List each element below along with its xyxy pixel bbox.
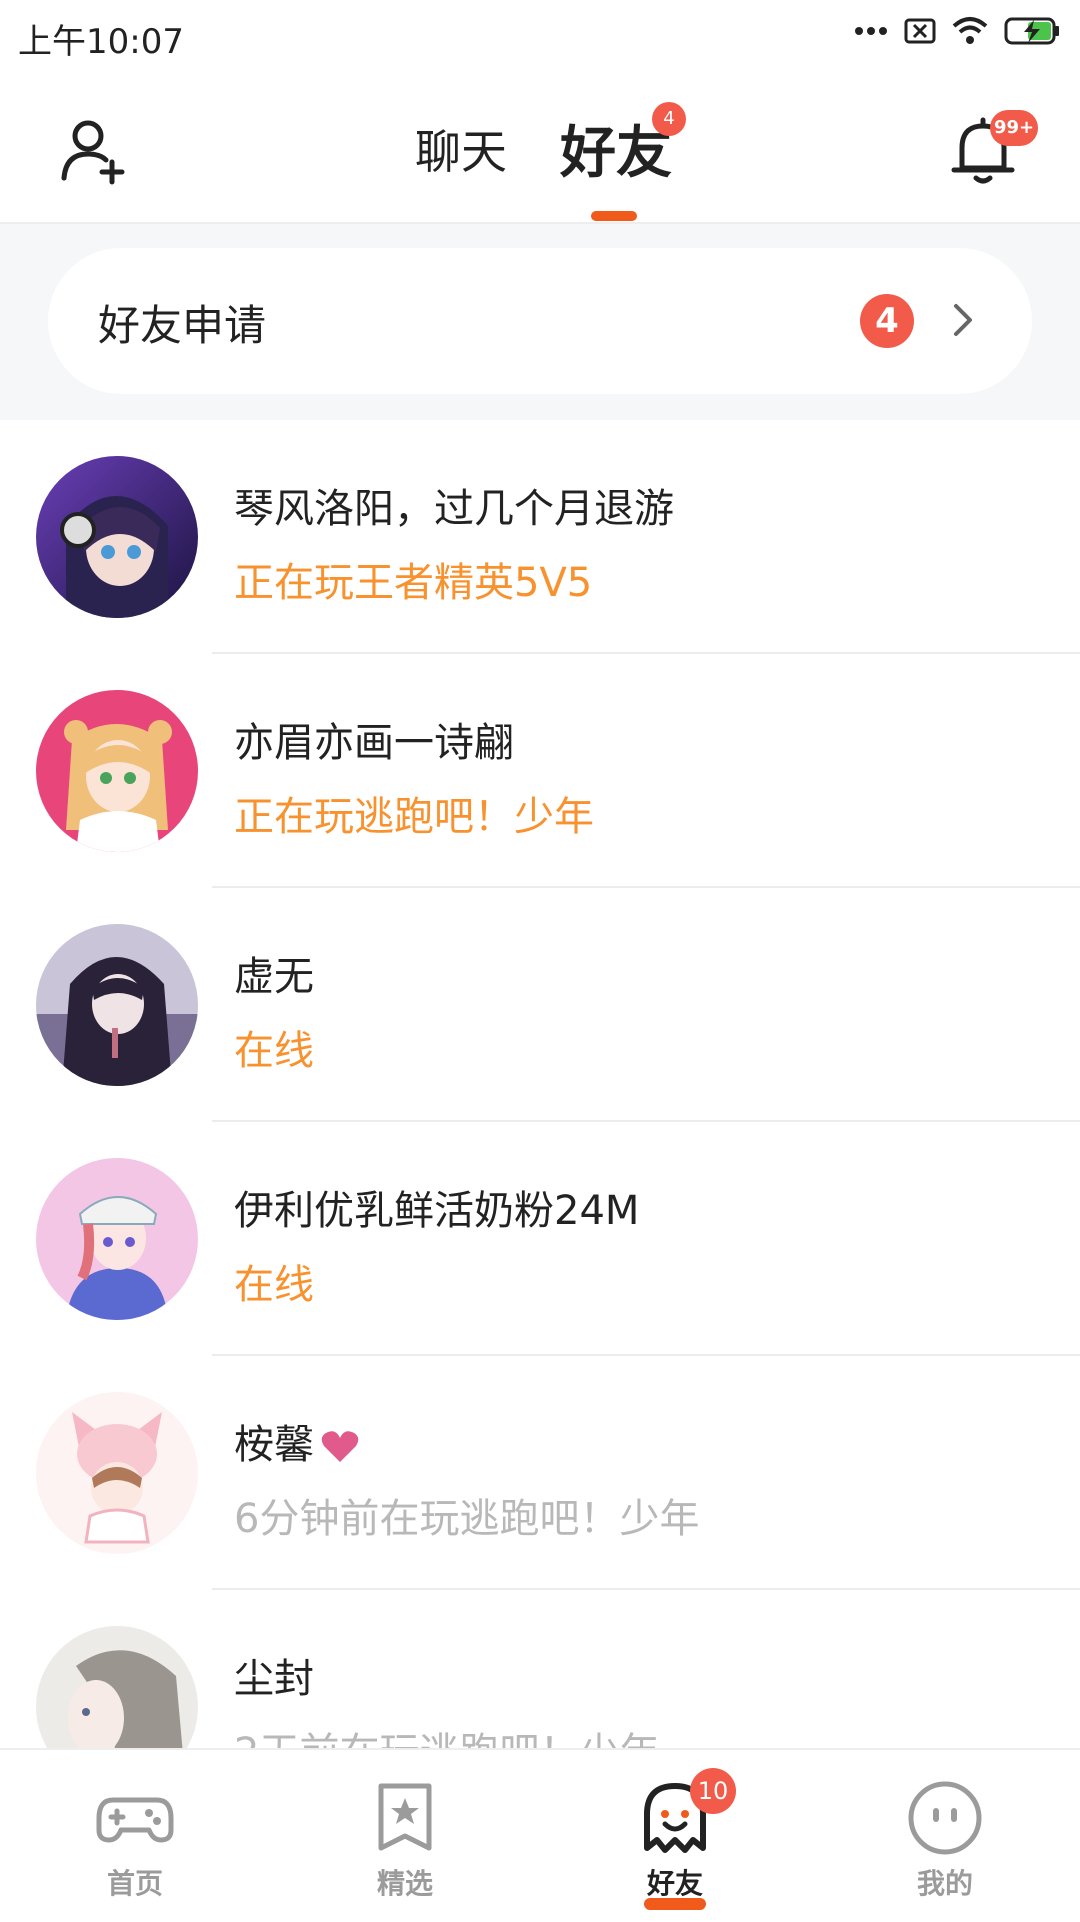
gamepad-icon bbox=[96, 1797, 174, 1843]
status-time: 上午10:07 bbox=[18, 22, 184, 62]
friend-name: 桉馨 bbox=[234, 1412, 360, 1470]
tab-bar: 聊天 好友 4 bbox=[0, 76, 1080, 222]
nav-me[interactable]: 我的 bbox=[810, 1750, 1080, 1922]
friend-request-button[interactable]: 好友申请 4 bbox=[48, 248, 1032, 394]
tab-chat[interactable]: 聊天 bbox=[415, 116, 507, 182]
friend-avatar[interactable] bbox=[36, 1626, 198, 1748]
friend-status: 6分钟前在玩逃跑吧！少年 bbox=[234, 1496, 700, 1542]
friend-row[interactable]: 虚无 在线 bbox=[0, 888, 1080, 1122]
friend-name: 虚无 bbox=[234, 954, 314, 1000]
nav-home-label: 首页 bbox=[106, 1867, 163, 1900]
friend-name-text: 桉馨 bbox=[234, 1422, 314, 1468]
friend-request-section: 好友申请 4 bbox=[0, 224, 1080, 420]
friend-row[interactable]: 琴风洛阳，过几个月退游 正在玩王者精英5V5 bbox=[0, 420, 1080, 654]
friend-row[interactable]: 尘封 2天前在玩逃跑吧！少年 bbox=[0, 1590, 1080, 1748]
status-icons bbox=[854, 16, 1062, 46]
tab-friends-badge: 4 bbox=[652, 102, 686, 136]
friend-status: 在线 bbox=[234, 1028, 314, 1074]
heart-icon bbox=[321, 1431, 359, 1462]
friend-name: 尘封 bbox=[234, 1656, 314, 1702]
friend-avatar[interactable] bbox=[36, 924, 198, 1086]
friend-avatar[interactable] bbox=[36, 456, 198, 618]
star-bookmark-icon bbox=[378, 1783, 432, 1851]
chevron-right-icon bbox=[954, 304, 972, 336]
face-icon bbox=[908, 1781, 982, 1855]
active-tab-indicator bbox=[591, 211, 637, 221]
more-dots-icon bbox=[855, 27, 887, 35]
friend-request-badge: 4 bbox=[860, 294, 914, 348]
friend-status: 在线 bbox=[234, 1262, 314, 1308]
friend-status: 2天前在玩逃跑吧！少年 bbox=[234, 1720, 659, 1748]
nav-featured-label: 精选 bbox=[376, 1867, 433, 1900]
friend-avatar[interactable] bbox=[36, 690, 198, 852]
friend-avatar[interactable] bbox=[36, 1158, 198, 1320]
sim-off-icon bbox=[904, 18, 936, 44]
friend-avatar[interactable] bbox=[36, 1392, 198, 1554]
wifi-icon bbox=[952, 17, 988, 44]
friend-name: 琴风洛阳，过几个月退游 bbox=[234, 486, 674, 532]
friend-request-label: 好友申请 bbox=[98, 301, 267, 350]
friend-row[interactable]: 桉馨 6分钟前在玩逃跑吧！少年 bbox=[0, 1356, 1080, 1590]
nav-featured[interactable]: 精选 bbox=[270, 1750, 540, 1922]
friend-row[interactable]: 亦眉亦画一诗翩 正在玩逃跑吧！少年 bbox=[0, 654, 1080, 888]
friend-name: 亦眉亦画一诗翩 bbox=[234, 720, 514, 766]
nav-friends[interactable]: 10 好友 bbox=[540, 1750, 810, 1922]
nav-me-label: 我的 bbox=[916, 1867, 973, 1900]
friend-status: 正在玩王者精英5V5 bbox=[234, 560, 593, 606]
nav-home[interactable]: 首页 bbox=[0, 1750, 270, 1922]
status-bar: 上午10:07 bbox=[0, 0, 1080, 76]
nav-active-indicator bbox=[644, 1898, 706, 1910]
top-nav: 聊天 好友 4 99+ bbox=[0, 76, 1080, 224]
nav-friends-label: 好友 bbox=[646, 1867, 703, 1900]
friend-row[interactable]: 伊利优乳鲜活奶粉24M 在线 bbox=[0, 1122, 1080, 1356]
notification-badge: 99+ bbox=[990, 110, 1039, 146]
friend-name: 伊利优乳鲜活奶粉24M bbox=[234, 1188, 640, 1234]
bottom-nav: 首页 精选 10 好友 我的 bbox=[0, 1748, 1080, 1922]
friend-status: 正在玩逃跑吧！少年 bbox=[234, 794, 594, 840]
nav-friends-badge: 10 bbox=[690, 1768, 736, 1814]
battery-charging-icon bbox=[1004, 17, 1059, 45]
friend-list: 琴风洛阳，过几个月退游 正在玩王者精英5V5 亦眉亦画一诗翩 正在玩逃跑吧！少年… bbox=[0, 420, 1080, 1748]
